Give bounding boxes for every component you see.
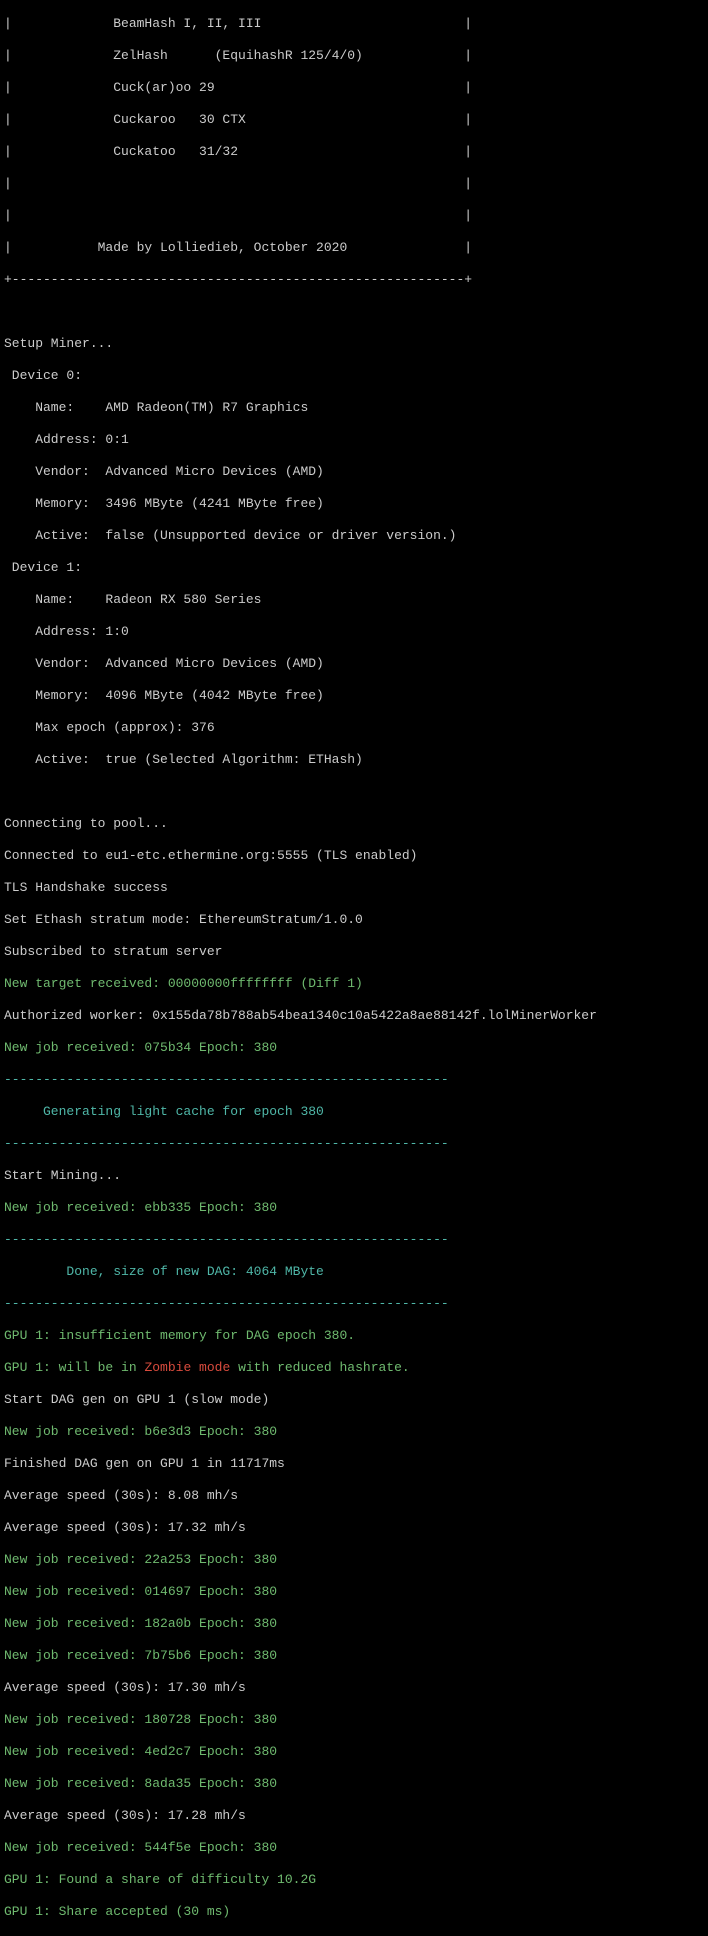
dashes: ----------------------------------------…: [4, 1136, 704, 1152]
authorized-worker: Authorized worker: 0x155da78b788ab54bea1…: [4, 1008, 704, 1024]
generating-cache: Generating light cache for epoch 380: [4, 1104, 704, 1120]
average-speed: Average speed (30s): 8.08 mh/s: [4, 1488, 704, 1504]
gpu-zombie-mode: GPU 1: will be in Zombie mode with reduc…: [4, 1360, 704, 1376]
zombie-prefix: GPU 1: will be in: [4, 1360, 144, 1375]
new-job: New job received: b6e3d3 Epoch: 380: [4, 1424, 704, 1440]
new-job: New job received: ebb335 Epoch: 380: [4, 1200, 704, 1216]
device-address: Address: 0:1: [4, 432, 704, 448]
device-max-epoch: Max epoch (approx): 376: [4, 720, 704, 736]
stratum-mode: Set Ethash stratum mode: EthereumStratum…: [4, 912, 704, 928]
banner-line: | ZelHash (EquihashR 125/4/0) |: [4, 48, 704, 64]
device-name: Name: AMD Radeon(TM) R7 Graphics: [4, 400, 704, 416]
banner-line: | BeamHash I, II, III |: [4, 16, 704, 32]
device-header: Device 0:: [4, 368, 704, 384]
share-found: GPU 1: Found a share of difficulty 10.2G: [4, 1872, 704, 1888]
device-active: Active: false (Unsupported device or dri…: [4, 528, 704, 544]
new-job: New job received: 182a0b Epoch: 380: [4, 1616, 704, 1632]
device-vendor: Vendor: Advanced Micro Devices (AMD): [4, 464, 704, 480]
device-memory: Memory: 3496 MByte (4241 MByte free): [4, 496, 704, 512]
stratum-subscribed: Subscribed to stratum server: [4, 944, 704, 960]
device-header: Device 1:: [4, 560, 704, 576]
banner-line: | Cuckatoo 31/32 |: [4, 144, 704, 160]
banner-line: | Cuck(ar)oo 29 |: [4, 80, 704, 96]
average-speed: Average speed (30s): 17.32 mh/s: [4, 1520, 704, 1536]
banner-line: | |: [4, 176, 704, 192]
banner-separator: +---------------------------------------…: [4, 272, 704, 288]
banner-line: | |: [4, 208, 704, 224]
dashes: ----------------------------------------…: [4, 1072, 704, 1088]
blank-line: [4, 304, 704, 320]
device-active: Active: true (Selected Algorithm: ETHash…: [4, 752, 704, 768]
blank-line: [4, 784, 704, 800]
terminal-output: | BeamHash I, II, III | | ZelHash (Equih…: [0, 0, 708, 1936]
banner-credit: | Made by Lolliedieb, October 2020 |: [4, 240, 704, 256]
device-memory: Memory: 4096 MByte (4042 MByte free): [4, 688, 704, 704]
dag-done: Done, size of new DAG: 4064 MByte: [4, 1264, 704, 1280]
new-job: New job received: 544f5e Epoch: 380: [4, 1840, 704, 1856]
average-speed: Average speed (30s): 17.30 mh/s: [4, 1680, 704, 1696]
new-job: New job received: 4ed2c7 Epoch: 380: [4, 1744, 704, 1760]
new-job: New job received: 180728 Epoch: 380: [4, 1712, 704, 1728]
dag-gen-done: Finished DAG gen on GPU 1 in 11717ms: [4, 1456, 704, 1472]
gpu-insufficient-memory: GPU 1: insufficient memory for DAG epoch…: [4, 1328, 704, 1344]
device-name: Name: Radeon RX 580 Series: [4, 592, 704, 608]
dashes: ----------------------------------------…: [4, 1232, 704, 1248]
start-mining: Start Mining...: [4, 1168, 704, 1184]
tls-handshake: TLS Handshake success: [4, 880, 704, 896]
banner-line: | Cuckaroo 30 CTX |: [4, 112, 704, 128]
device-address: Address: 1:0: [4, 624, 704, 640]
share-accepted: GPU 1: Share accepted (30 ms): [4, 1904, 704, 1920]
new-job: New job received: 014697 Epoch: 380: [4, 1584, 704, 1600]
average-speed: Average speed (30s): 17.28 mh/s: [4, 1808, 704, 1824]
new-job: New job received: 22a253 Epoch: 380: [4, 1552, 704, 1568]
zombie-suffix: with reduced hashrate.: [230, 1360, 409, 1375]
zombie-mode-text: Zombie mode: [144, 1360, 230, 1375]
pool-connecting: Connecting to pool...: [4, 816, 704, 832]
setup-header: Setup Miner...: [4, 336, 704, 352]
new-job: New job received: 7b75b6 Epoch: 380: [4, 1648, 704, 1664]
pool-connected: Connected to eu1-etc.ethermine.org:5555 …: [4, 848, 704, 864]
dashes: ----------------------------------------…: [4, 1296, 704, 1312]
new-target: New target received: 00000000ffffffff (D…: [4, 976, 704, 992]
new-job: New job received: 075b34 Epoch: 380: [4, 1040, 704, 1056]
new-job: New job received: 8ada35 Epoch: 380: [4, 1776, 704, 1792]
dag-gen-start: Start DAG gen on GPU 1 (slow mode): [4, 1392, 704, 1408]
device-vendor: Vendor: Advanced Micro Devices (AMD): [4, 656, 704, 672]
